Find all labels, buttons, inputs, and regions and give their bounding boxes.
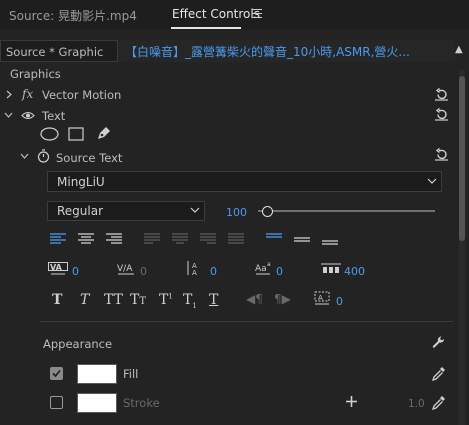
tsume-icon: [321, 263, 341, 273]
tab-width-value[interactable]: 0: [336, 295, 343, 308]
align-left-icon[interactable]: [50, 233, 66, 245]
hamburger-icon[interactable]: [252, 9, 262, 18]
effect-controls-window: { "tabs": { "source": "Source: 晃動影片.mp4"…: [0, 0, 469, 425]
collapse-chevron-icon[interactable]: [20, 153, 29, 160]
source-dropdown-label: Source * Graphic: [6, 45, 104, 59]
chevron-down-icon[interactable]: [190, 207, 200, 214]
graphics-heading: Graphics: [10, 67, 61, 81]
svg-text:a: a: [267, 261, 271, 268]
rtl-direction-icon[interactable]: ¶▶: [274, 292, 291, 306]
align-bottom-icon[interactable]: [322, 233, 338, 245]
source-text-label: Source Text: [56, 151, 123, 165]
underline-icon[interactable]: T: [209, 292, 218, 308]
leading-value[interactable]: 0: [210, 265, 217, 278]
baseline-shift-icon: Aa a: [255, 261, 271, 275]
font-size-slider-handle[interactable]: [262, 206, 273, 217]
font-size-slider-track[interactable]: [258, 210, 435, 212]
ellipse-tool-icon[interactable]: [40, 127, 59, 141]
rectangle-tool-icon[interactable]: [68, 127, 84, 141]
all-caps-icon[interactable]: TT: [104, 292, 123, 308]
pen-tool-icon[interactable]: [96, 126, 111, 141]
tab-source[interactable]: Source: 晃動影片.mp4: [9, 7, 137, 24]
fx-icon[interactable]: fx: [22, 87, 33, 101]
align-right-icon[interactable]: [106, 233, 122, 245]
stroke-checkbox[interactable]: [50, 396, 63, 409]
faux-italic-icon[interactable]: T: [80, 292, 89, 308]
stroke-label: Stroke: [123, 396, 160, 410]
justify-center-icon[interactable]: [172, 233, 188, 245]
faux-bold-icon[interactable]: T: [52, 292, 62, 308]
font-family-value: MingLiU: [57, 175, 105, 189]
align-center-icon[interactable]: [78, 233, 94, 245]
tsume-value[interactable]: 400: [344, 265, 365, 278]
font-family-dropdown[interactable]: [47, 171, 442, 192]
vector-motion-label: Vector Motion: [42, 88, 122, 102]
svg-text:A: A: [192, 269, 197, 276]
svg-text:A: A: [318, 294, 323, 302]
eye-icon[interactable]: [21, 111, 35, 120]
chevron-up-icon[interactable]: ▲: [455, 44, 463, 55]
chevron-down-icon[interactable]: [427, 178, 437, 185]
vertical-scrollbar-thumb[interactable]: [459, 76, 465, 241]
justify-all-icon[interactable]: [228, 233, 244, 245]
fill-label: Fill: [123, 367, 139, 381]
stroke-width-value[interactable]: 1.0: [408, 398, 425, 410]
fill-color-swatch[interactable]: [77, 364, 117, 384]
reset-icon[interactable]: [435, 108, 448, 121]
tracking-value[interactable]: 0: [140, 265, 147, 278]
text-label: Text: [42, 109, 66, 123]
tracking-icon: V/A: [117, 264, 134, 275]
leading-icon: AA: [187, 261, 197, 276]
font-style-value: Regular: [57, 204, 104, 218]
eyedropper-icon[interactable]: [432, 395, 446, 410]
ltr-direction-icon[interactable]: ◀¶: [246, 292, 263, 306]
align-top-icon[interactable]: [266, 233, 282, 245]
svg-text:V/A: V/A: [117, 264, 133, 274]
expand-chevron-icon[interactable]: [6, 90, 13, 99]
stopwatch-icon[interactable]: [37, 149, 50, 163]
tab-width-icon: A: [314, 291, 330, 305]
eyedropper-icon[interactable]: [432, 366, 446, 381]
divider: [40, 321, 453, 322]
checkmark-icon: [52, 369, 61, 378]
font-size-value[interactable]: 100: [226, 206, 247, 219]
plus-icon[interactable]: [346, 396, 357, 407]
align-middle-icon[interactable]: [294, 233, 310, 245]
small-caps-icon[interactable]: TT: [130, 292, 146, 308]
reset-icon[interactable]: [435, 148, 448, 161]
stroke-color-swatch[interactable]: [77, 393, 117, 413]
clip-name-link[interactable]: 【白噪音】_露營篝柴火的聲音_10小時,ASMR,營火...: [125, 43, 435, 60]
subscript-icon[interactable]: T1: [183, 292, 197, 310]
svg-text:Aa: Aa: [255, 264, 267, 274]
reset-icon[interactable]: [435, 88, 448, 101]
collapse-chevron-icon[interactable]: [4, 112, 13, 119]
justify-right-icon[interactable]: [200, 233, 216, 245]
appearance-heading: Appearance: [43, 337, 113, 351]
baseline-shift-value[interactable]: 0: [276, 265, 283, 278]
wrench-icon[interactable]: [431, 335, 446, 350]
kerning-value[interactable]: 0: [72, 265, 79, 278]
justify-left-icon[interactable]: [144, 233, 160, 245]
superscript-icon[interactable]: T1: [159, 292, 173, 308]
kerning-icon: VA: [48, 262, 68, 275]
svg-text:VA: VA: [50, 263, 63, 272]
tab-effect-controls[interactable]: Effect Controls: [172, 7, 260, 21]
active-tab-underline: [171, 27, 241, 29]
